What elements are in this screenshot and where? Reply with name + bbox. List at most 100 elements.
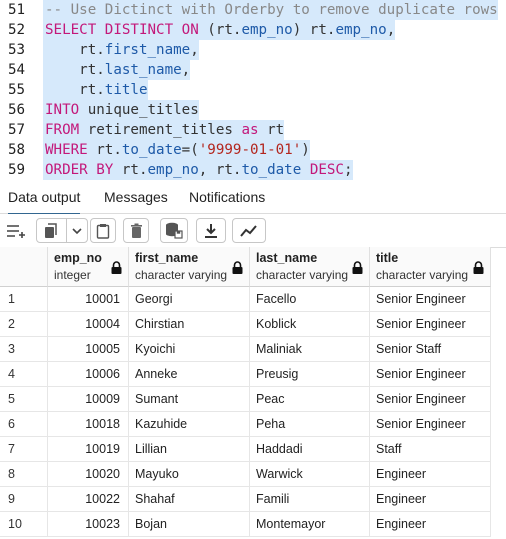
table-cell[interactable]: Staff <box>370 437 491 462</box>
tab-messages[interactable]: Messages <box>104 183 168 213</box>
column-header-last-name[interactable]: last_name character varying <box>250 247 370 287</box>
code-token: as <box>241 122 268 138</box>
row-number[interactable]: 10 <box>0 512 48 537</box>
column-header-title[interactable]: title character varying <box>370 247 491 287</box>
table-row[interactable]: 7 10019 Lillian Haddadi Staff <box>0 437 506 462</box>
column-type: character varying <box>376 268 469 282</box>
column-type: integer <box>54 268 91 282</box>
graph-visualiser-button[interactable] <box>232 218 266 243</box>
table-cell[interactable]: Preusig <box>250 362 370 387</box>
table-cell[interactable]: Facello <box>250 287 370 312</box>
row-number[interactable]: 2 <box>0 312 48 337</box>
code-token: FROM <box>45 122 88 138</box>
table-cell[interactable]: Bojan <box>129 512 250 537</box>
row-number[interactable]: 1 <box>0 287 48 312</box>
table-cell[interactable]: Anneke <box>129 362 250 387</box>
delete-icon <box>130 223 143 239</box>
row-number[interactable]: 7 <box>0 437 48 462</box>
table-cell[interactable]: Shahaf <box>129 487 250 512</box>
table-row[interactable]: 2 10004 Chirstian Koblick Senior Engineer <box>0 312 506 337</box>
table-cell[interactable]: 10019 <box>48 437 129 462</box>
table-cell[interactable]: 10005 <box>48 337 129 362</box>
table-cell[interactable]: Senior Engineer <box>370 362 491 387</box>
delete-button[interactable] <box>123 218 149 243</box>
copy-icon <box>43 222 59 239</box>
code-text: rt.last_name, <box>43 60 191 80</box>
table-cell[interactable]: Engineer <box>370 487 491 512</box>
table-cell[interactable]: Warwick <box>250 462 370 487</box>
line-number: 56 <box>0 100 40 120</box>
table-cell[interactable]: Mayuko <box>129 462 250 487</box>
table-row[interactable]: 4 10006 Anneke Preusig Senior Engineer <box>0 362 506 387</box>
table-row[interactable]: 6 10018 Kazuhide Peha Senior Engineer <box>0 412 506 437</box>
table-cell[interactable]: Famili <box>250 487 370 512</box>
code-token: =( <box>181 142 199 158</box>
table-cell[interactable]: Lillian <box>129 437 250 462</box>
table-cell[interactable]: 10006 <box>48 362 129 387</box>
table-cell[interactable]: Haddadi <box>250 437 370 462</box>
code-token: rt. <box>121 162 148 178</box>
row-number[interactable]: 8 <box>0 462 48 487</box>
table-row[interactable]: 10 10023 Bojan Montemayor Engineer <box>0 512 506 537</box>
sql-editor[interactable]: 51 -- Use Dictinct with Orderby to remove… <box>0 0 506 183</box>
table-cell[interactable]: Chirstian <box>129 312 250 337</box>
add-row-button[interactable] <box>3 218 31 243</box>
table-cell[interactable]: Senior Engineer <box>370 387 491 412</box>
download-button[interactable] <box>196 218 226 243</box>
table-cell[interactable]: 10020 <box>48 462 129 487</box>
table-cell[interactable]: Engineer <box>370 512 491 537</box>
row-number[interactable]: 9 <box>0 487 48 512</box>
table-cell[interactable]: Kazuhide <box>129 412 250 437</box>
table-cell[interactable]: Georgi <box>129 287 250 312</box>
table-cell[interactable]: Senior Staff <box>370 337 491 362</box>
table-cell[interactable]: Senior Engineer <box>370 287 491 312</box>
table-cell[interactable]: Kyoichi <box>129 337 250 362</box>
save-data-button[interactable] <box>160 218 188 243</box>
line-number: 55 <box>0 80 40 100</box>
tab-notifications[interactable]: Notifications <box>189 183 265 213</box>
code-token: WHERE <box>45 142 97 158</box>
table-cell[interactable]: Peac <box>250 387 370 412</box>
line-number: 58 <box>0 140 40 160</box>
code-token: INTO <box>45 102 88 118</box>
results-tabs: Data output Messages Notifications <box>0 183 506 215</box>
table-row[interactable]: 1 10001 Georgi Facello Senior Engineer <box>0 287 506 312</box>
table-cell[interactable]: Koblick <box>250 312 370 337</box>
row-number[interactable]: 4 <box>0 362 48 387</box>
table-cell[interactable]: 10023 <box>48 512 129 537</box>
code-token: title <box>104 82 148 98</box>
line-number: 57 <box>0 120 40 140</box>
row-number[interactable]: 3 <box>0 337 48 362</box>
code-line: 54 rt.last_name, <box>0 60 506 80</box>
row-number[interactable]: 6 <box>0 412 48 437</box>
column-header-emp-no[interactable]: emp_no integer <box>48 247 129 287</box>
table-cell[interactable]: Senior Engineer <box>370 412 491 437</box>
table-cell[interactable]: 10022 <box>48 487 129 512</box>
table-cell[interactable]: 10018 <box>48 412 129 437</box>
row-number[interactable]: 5 <box>0 387 48 412</box>
line-number: 51 <box>0 0 40 20</box>
table-cell[interactable]: 10001 <box>48 287 129 312</box>
code-token: ) rt. <box>292 22 336 38</box>
tab-data-output[interactable]: Data output <box>8 183 81 215</box>
table-cell[interactable]: 10004 <box>48 312 129 337</box>
table-row[interactable]: 5 10009 Sumant Peac Senior Engineer <box>0 387 506 412</box>
lock-icon <box>111 261 122 274</box>
table-cell[interactable]: Engineer <box>370 462 491 487</box>
table-cell[interactable]: Peha <box>250 412 370 437</box>
table-cell[interactable]: Senior Engineer <box>370 312 491 337</box>
table-row[interactable]: 8 10020 Mayuko Warwick Engineer <box>0 462 506 487</box>
table-cell[interactable]: Maliniak <box>250 337 370 362</box>
column-header-first-name[interactable]: first_name character varying <box>129 247 250 287</box>
table-row[interactable]: 3 10005 Kyoichi Maliniak Senior Staff <box>0 337 506 362</box>
table-cell[interactable]: Sumant <box>129 387 250 412</box>
table-cell[interactable]: Montemayor <box>250 512 370 537</box>
code-token: '9999-01-01' <box>198 142 302 158</box>
paste-button[interactable] <box>90 218 116 243</box>
column-name: title <box>376 251 399 265</box>
copy-button[interactable] <box>36 218 88 243</box>
table-cell[interactable]: 10009 <box>48 387 129 412</box>
dropdown-chevron-icon[interactable] <box>71 227 82 235</box>
code-token: ORDER BY <box>45 162 122 178</box>
table-row[interactable]: 9 10022 Shahaf Famili Engineer <box>0 487 506 512</box>
